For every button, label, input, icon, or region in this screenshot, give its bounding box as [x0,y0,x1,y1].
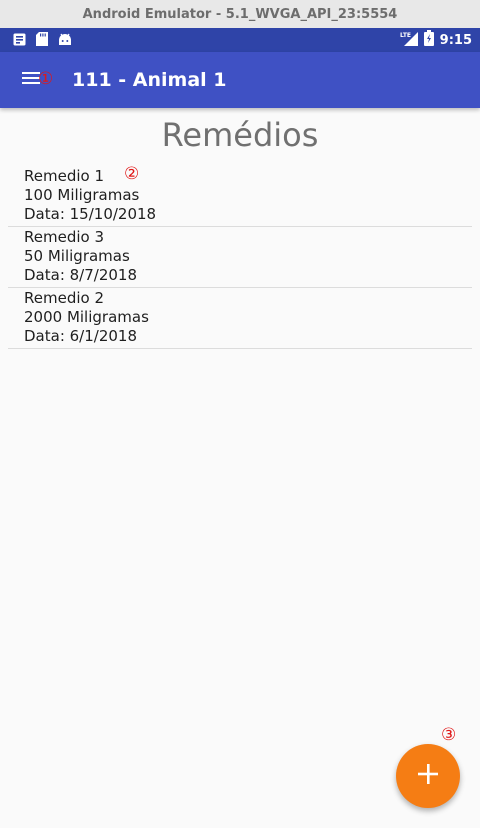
menu-button[interactable]: ① [12,60,54,100]
annotation-marker-1: ① [38,69,54,89]
medicine-date: Data: 6/1/2018 [24,327,138,345]
status-bar: LTE 9:15 [0,28,480,52]
medicine-list-item[interactable]: Remedio 2 2000 Miligramas Data: 6/1/2018 [8,288,472,349]
emulator-title: Android Emulator - 5.1_WVGA_API_23:5554 [82,6,398,22]
medicine-list: Remedio 1 100 Miligramas Data: 15/10/201… [8,166,472,349]
annotation-marker-2: ② [124,164,140,184]
signal-icon: LTE [400,31,418,50]
notification-news-icon [13,31,26,50]
medicine-list-item[interactable]: Remedio 3 50 Miligramas Data: 8/7/2018 [8,227,472,288]
annotation-marker-3: ③ [441,725,457,745]
medicine-name: Remedio 2 [24,289,104,307]
medicine-list-item[interactable]: Remedio 1 100 Miligramas Data: 15/10/201… [8,166,472,227]
medicine-dose: 100 Miligramas [24,186,140,204]
medicine-name: Remedio 1 [24,167,104,185]
battery-icon [423,30,434,50]
sd-card-icon [36,31,48,50]
app-bar: ① 111 - Animal 1 [0,52,480,108]
clock: 9:15 [439,32,472,48]
medicine-dose: 2000 Miligramas [24,308,149,326]
medicine-date: Data: 15/10/2018 [24,205,157,223]
emulator-title-bar: Android Emulator - 5.1_WVGA_API_23:5554 [0,0,480,28]
add-medicine-button[interactable] [396,744,460,808]
medicine-date: Data: 8/7/2018 [24,266,138,284]
app-bar-title: 111 - Animal 1 [72,69,227,91]
page-title: Remédios [161,116,319,154]
medicine-name: Remedio 3 [24,228,104,246]
medicine-dose: 50 Miligramas [24,247,130,265]
svg-text:LTE: LTE [400,32,411,39]
plus-icon [417,763,439,789]
android-icon [58,31,72,50]
